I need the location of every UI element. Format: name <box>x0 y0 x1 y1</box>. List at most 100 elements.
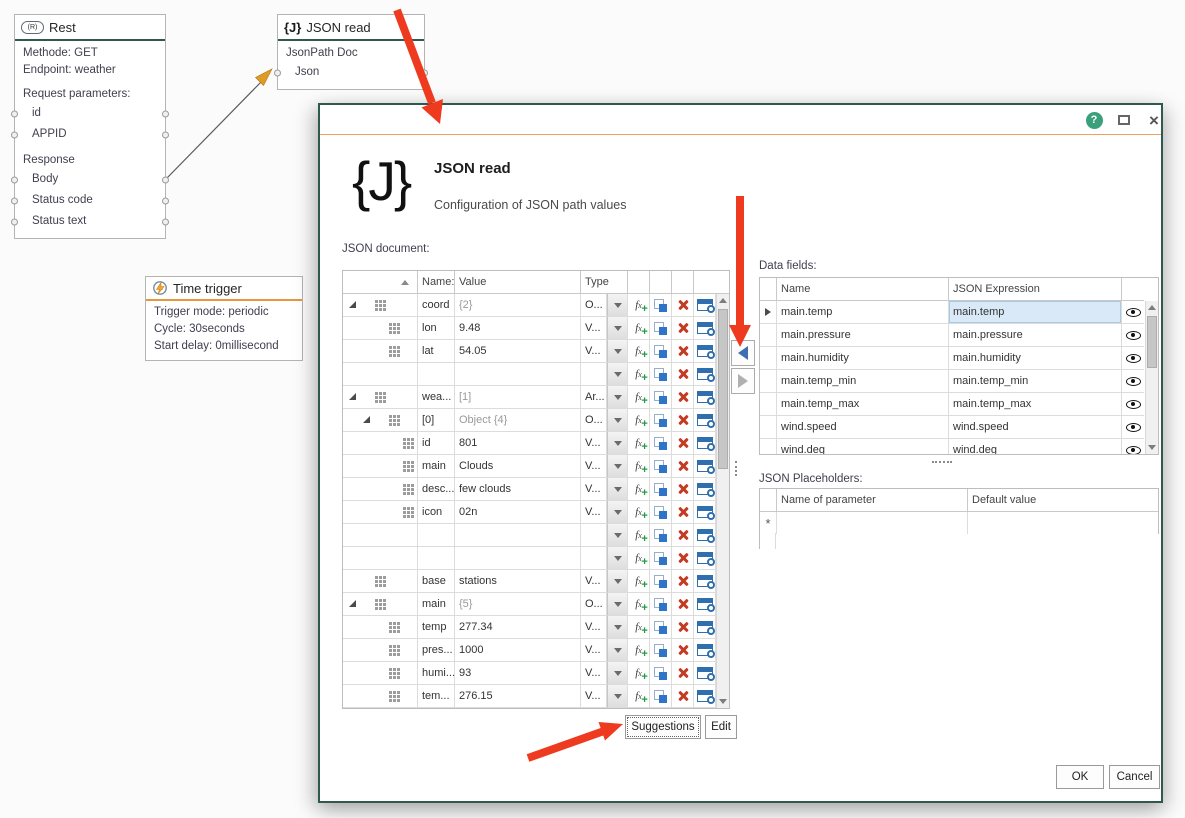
delete-button[interactable] <box>672 455 694 478</box>
scroll-up-icon[interactable] <box>1146 301 1158 314</box>
copy-button[interactable] <box>650 455 672 478</box>
row-drag-grid-icon[interactable] <box>389 691 392 694</box>
value-cell[interactable]: 9.48 <box>455 317 581 340</box>
type-dropdown-button[interactable] <box>607 547 628 570</box>
expander-icon[interactable] <box>349 600 356 607</box>
ok-button[interactable]: OK <box>1056 765 1104 789</box>
name-cell[interactable]: lon <box>418 317 455 340</box>
type-dropdown-button[interactable] <box>607 432 628 455</box>
fx-add-button[interactable]: fx+ <box>628 432 650 455</box>
output-port[interactable] <box>162 218 169 225</box>
copy-button[interactable] <box>650 317 672 340</box>
json-doc-row[interactable]: temp277.34V...fx+ <box>343 616 729 639</box>
input-port[interactable] <box>11 131 18 138</box>
row-drag-grid-icon[interactable] <box>389 668 392 671</box>
fx-add-button[interactable]: fx+ <box>628 708 650 709</box>
value-cell[interactable]: stations <box>455 570 581 593</box>
preview-button[interactable] <box>1122 370 1144 393</box>
name-cell[interactable]: id <box>418 432 455 455</box>
json-doc-row[interactable]: [0]Object {4}O...fx+ <box>343 409 729 432</box>
editor-button[interactable] <box>694 524 716 547</box>
name-cell[interactable]: tem... <box>418 685 455 708</box>
delete-button[interactable] <box>672 639 694 662</box>
copy-button[interactable] <box>650 616 672 639</box>
json-doc-row[interactable]: wea...[1]Ar...fx+ <box>343 386 729 409</box>
row-drag-grid-icon[interactable] <box>389 323 392 326</box>
edit-button[interactable]: Edit <box>705 715 737 739</box>
scroll-down-icon[interactable] <box>717 695 729 708</box>
fx-add-button[interactable]: fx+ <box>628 547 650 570</box>
scroll-up-icon[interactable] <box>717 294 729 307</box>
column-header-name[interactable]: Name: <box>418 271 455 294</box>
field-name-cell[interactable]: main.temp_min <box>777 370 949 393</box>
field-name-cell[interactable]: main.temp <box>777 301 949 324</box>
data-field-row[interactable]: main.temp_maxmain.temp_max <box>760 393 1158 416</box>
value-cell[interactable]: 277.34 <box>455 616 581 639</box>
value-cell[interactable]: 02n <box>455 501 581 524</box>
editor-button[interactable] <box>694 547 716 570</box>
fx-add-button[interactable]: fx+ <box>628 639 650 662</box>
editor-button[interactable] <box>694 294 716 317</box>
copy-button[interactable] <box>650 409 672 432</box>
json-expression-cell[interactable]: main.temp_min <box>949 370 1122 393</box>
input-port[interactable] <box>11 110 18 117</box>
json-expression-cell[interactable]: wind.speed <box>949 416 1122 439</box>
json-doc-row[interactable]: fx+ <box>343 363 729 386</box>
column-header-default-value[interactable]: Default value <box>968 489 1158 512</box>
scrollbar-thumb[interactable] <box>1147 316 1157 368</box>
name-cell[interactable] <box>418 547 455 570</box>
scrollbar-thumb[interactable] <box>718 309 728 469</box>
value-cell[interactable] <box>455 363 581 386</box>
expander-icon[interactable] <box>349 301 356 308</box>
value-cell[interactable]: 801 <box>455 432 581 455</box>
type-dropdown-button[interactable] <box>607 662 628 685</box>
type-dropdown-button[interactable] <box>607 593 628 616</box>
editor-button[interactable] <box>694 570 716 593</box>
time-trigger-node[interactable]: Time trigger Trigger mode: periodicCycle… <box>145 276 303 361</box>
editor-button[interactable] <box>694 409 716 432</box>
copy-button[interactable] <box>650 570 672 593</box>
row-drag-grid-icon[interactable] <box>389 645 392 648</box>
json-doc-row[interactable]: pres...1000V...fx+ <box>343 639 729 662</box>
fx-add-button[interactable]: fx+ <box>628 662 650 685</box>
row-drag-grid-icon[interactable] <box>403 461 406 464</box>
scroll-down-icon[interactable] <box>1146 441 1158 454</box>
json-doc-row[interactable]: mainCloudsV...fx+ <box>343 455 729 478</box>
field-name-cell[interactable]: main.pressure <box>777 324 949 347</box>
value-cell[interactable]: 276.15 <box>455 685 581 708</box>
output-port[interactable] <box>421 69 428 76</box>
data-field-row[interactable]: main.humiditymain.humidity <box>760 347 1158 370</box>
move-left-button[interactable] <box>731 340 755 366</box>
name-cell[interactable]: humi... <box>418 662 455 685</box>
data-field-row[interactable]: main.temp_minmain.temp_min <box>760 370 1158 393</box>
column-header-field-name[interactable]: Name <box>777 278 949 301</box>
copy-button[interactable] <box>650 501 672 524</box>
type-dropdown-button[interactable] <box>607 685 628 708</box>
type-dropdown-button[interactable] <box>607 340 628 363</box>
default-value-cell[interactable] <box>968 512 1158 534</box>
name-cell[interactable]: icon <box>418 501 455 524</box>
json-doc-row[interactable]: icon02nV...fx+ <box>343 501 729 524</box>
json-doc-row[interactable]: basestationsV...fx+ <box>343 570 729 593</box>
copy-button[interactable] <box>650 708 672 709</box>
value-cell[interactable]: Object {4} <box>455 409 581 432</box>
delete-button[interactable] <box>672 593 694 616</box>
value-cell[interactable]: few clouds <box>455 478 581 501</box>
type-dropdown-button[interactable] <box>607 524 628 547</box>
tree-header-cell[interactable] <box>343 271 418 294</box>
fx-add-button[interactable]: fx+ <box>628 685 650 708</box>
type-dropdown-button[interactable] <box>607 363 628 386</box>
copy-button[interactable] <box>650 340 672 363</box>
fx-add-button[interactable]: fx+ <box>628 340 650 363</box>
copy-button[interactable] <box>650 294 672 317</box>
json-expression-cell[interactable]: wind.deg <box>949 439 1122 455</box>
data-field-row[interactable]: wind.speedwind.speed <box>760 416 1158 439</box>
column-header-parameter-name[interactable]: Name of parameter <box>777 489 968 512</box>
json-doc-row[interactable]: lat54.05V...fx+ <box>343 340 729 363</box>
value-cell[interactable]: 93 <box>455 662 581 685</box>
json-doc-row[interactable]: id801V...fx+ <box>343 432 729 455</box>
editor-button[interactable] <box>694 685 716 708</box>
name-cell[interactable]: pres... <box>418 639 455 662</box>
json-doc-row[interactable]: tem...276.15V...fx+ <box>343 685 729 708</box>
copy-button[interactable] <box>650 363 672 386</box>
